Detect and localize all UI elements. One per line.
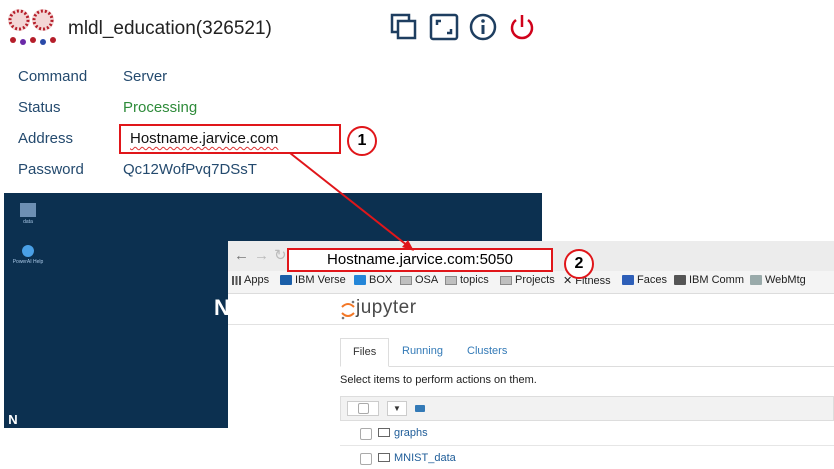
connector-arrow-icon bbox=[289, 152, 414, 251]
